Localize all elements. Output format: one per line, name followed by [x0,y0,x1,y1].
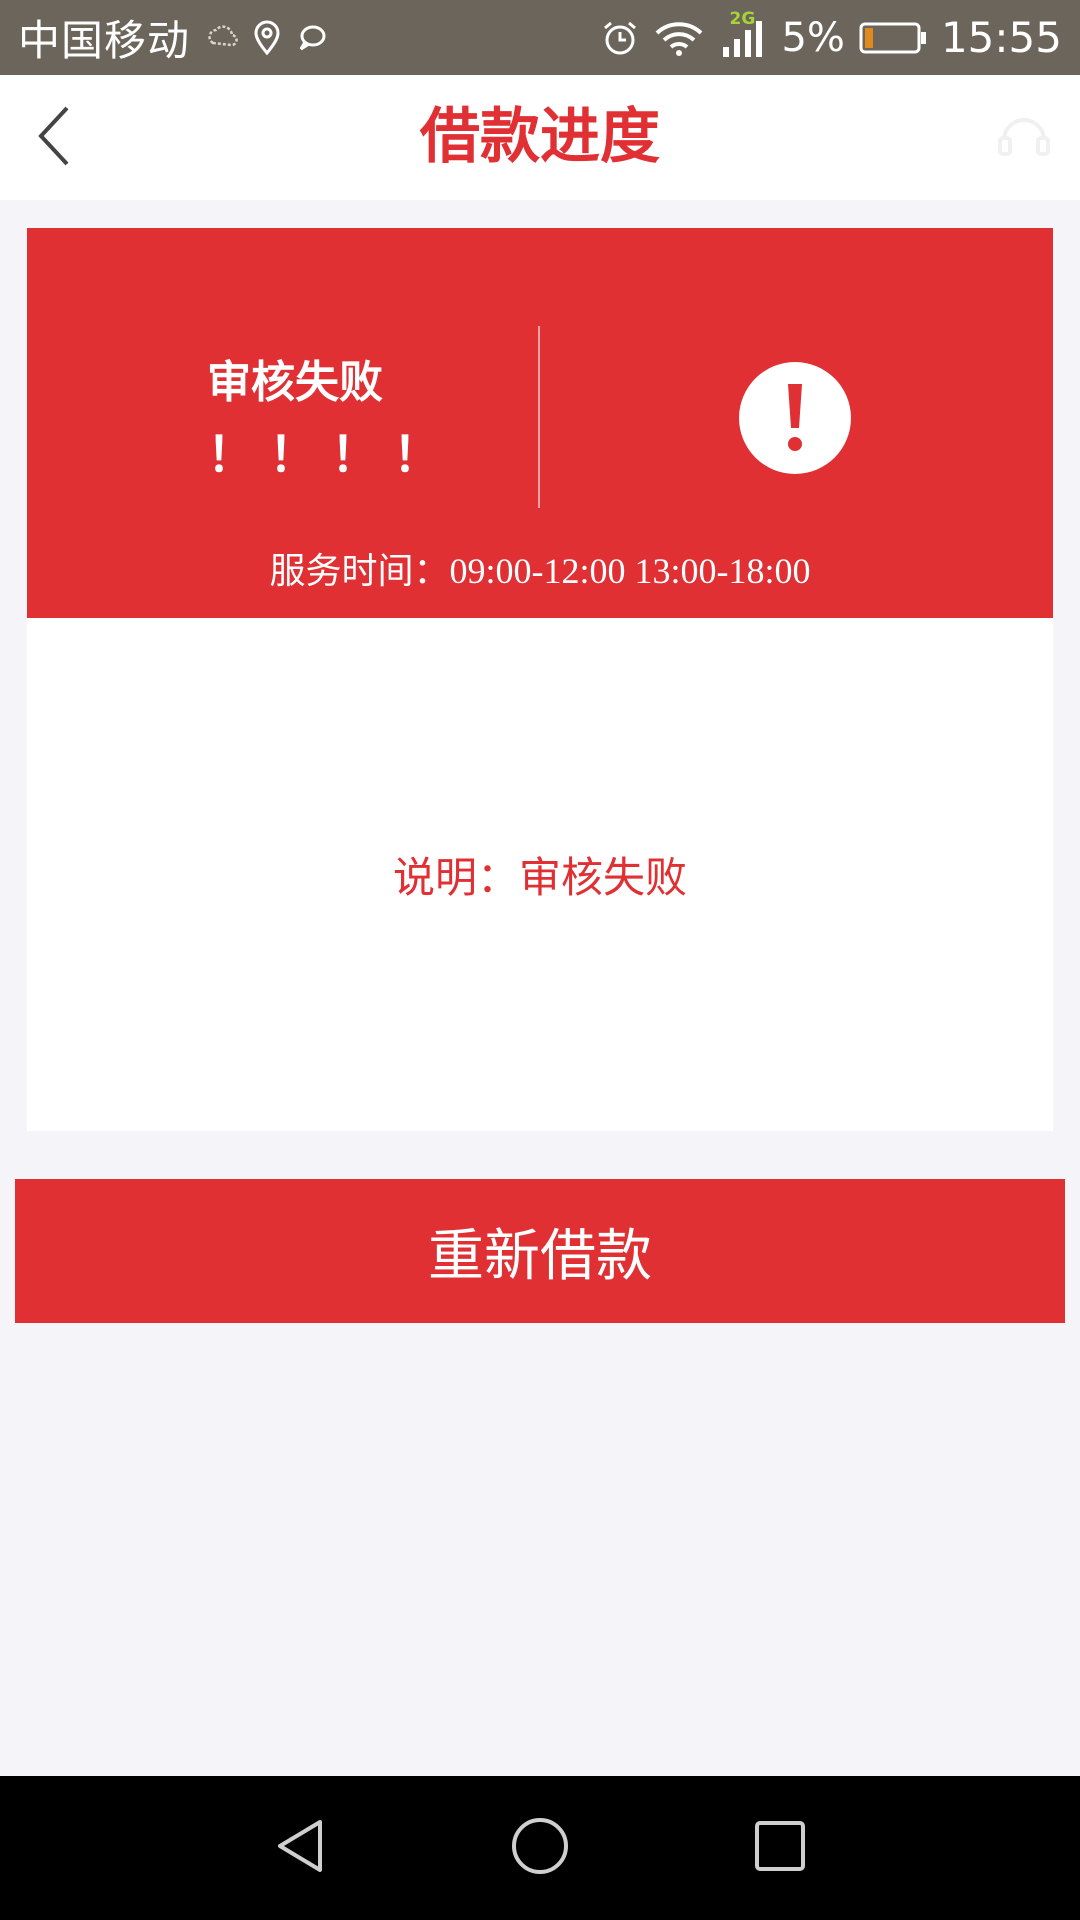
exclamation-circle-icon [739,362,851,474]
description-panel: 说明：审核失败 [27,618,1053,1131]
nav-recents-icon [753,1819,807,1877]
system-nav-bar [0,1776,1080,1920]
service-hours: 服务时间：09:00-12:00 13:00-18:00 [269,551,811,591]
nav-back-button[interactable] [260,1808,340,1888]
customer-service-button[interactable] [988,102,1060,174]
status-card: 审核失败 ！！！！ 服务时间：09:00-12:00 13:00-18:00 [27,228,1053,618]
location-icon [252,20,282,56]
status-bar: 中国移动 2G 5% 15:55 [0,0,1080,75]
customer-service-icon [992,104,1056,172]
status-title: 审核失败 [207,357,383,408]
weather-icon [204,21,238,55]
message-icon [296,23,328,53]
battery-percent: 5% [781,14,845,61]
nav-back-icon [272,1816,328,1880]
network-type: 2G [729,8,756,29]
battery-icon [859,21,927,55]
alarm-icon [601,19,639,57]
status-summary: 审核失败 ！！！！ [207,353,527,485]
header-bar: 借款进度 [0,75,1080,200]
clock: 15:55 [940,13,1062,62]
reborrow-button[interactable]: 重新借款 [15,1179,1065,1323]
divider [538,326,540,508]
carrier-name: 中国移动 [18,16,191,65]
nav-recents-button[interactable] [740,1808,820,1888]
nav-home-button[interactable] [500,1808,580,1888]
nav-home-icon [510,1816,570,1880]
page-title: 借款进度 [420,102,660,172]
description-text: 说明：审核失败 [392,853,687,902]
wifi-icon [653,19,705,57]
signal-icon: 2G [719,9,767,59]
status-marks: ！！！！ [207,427,456,483]
